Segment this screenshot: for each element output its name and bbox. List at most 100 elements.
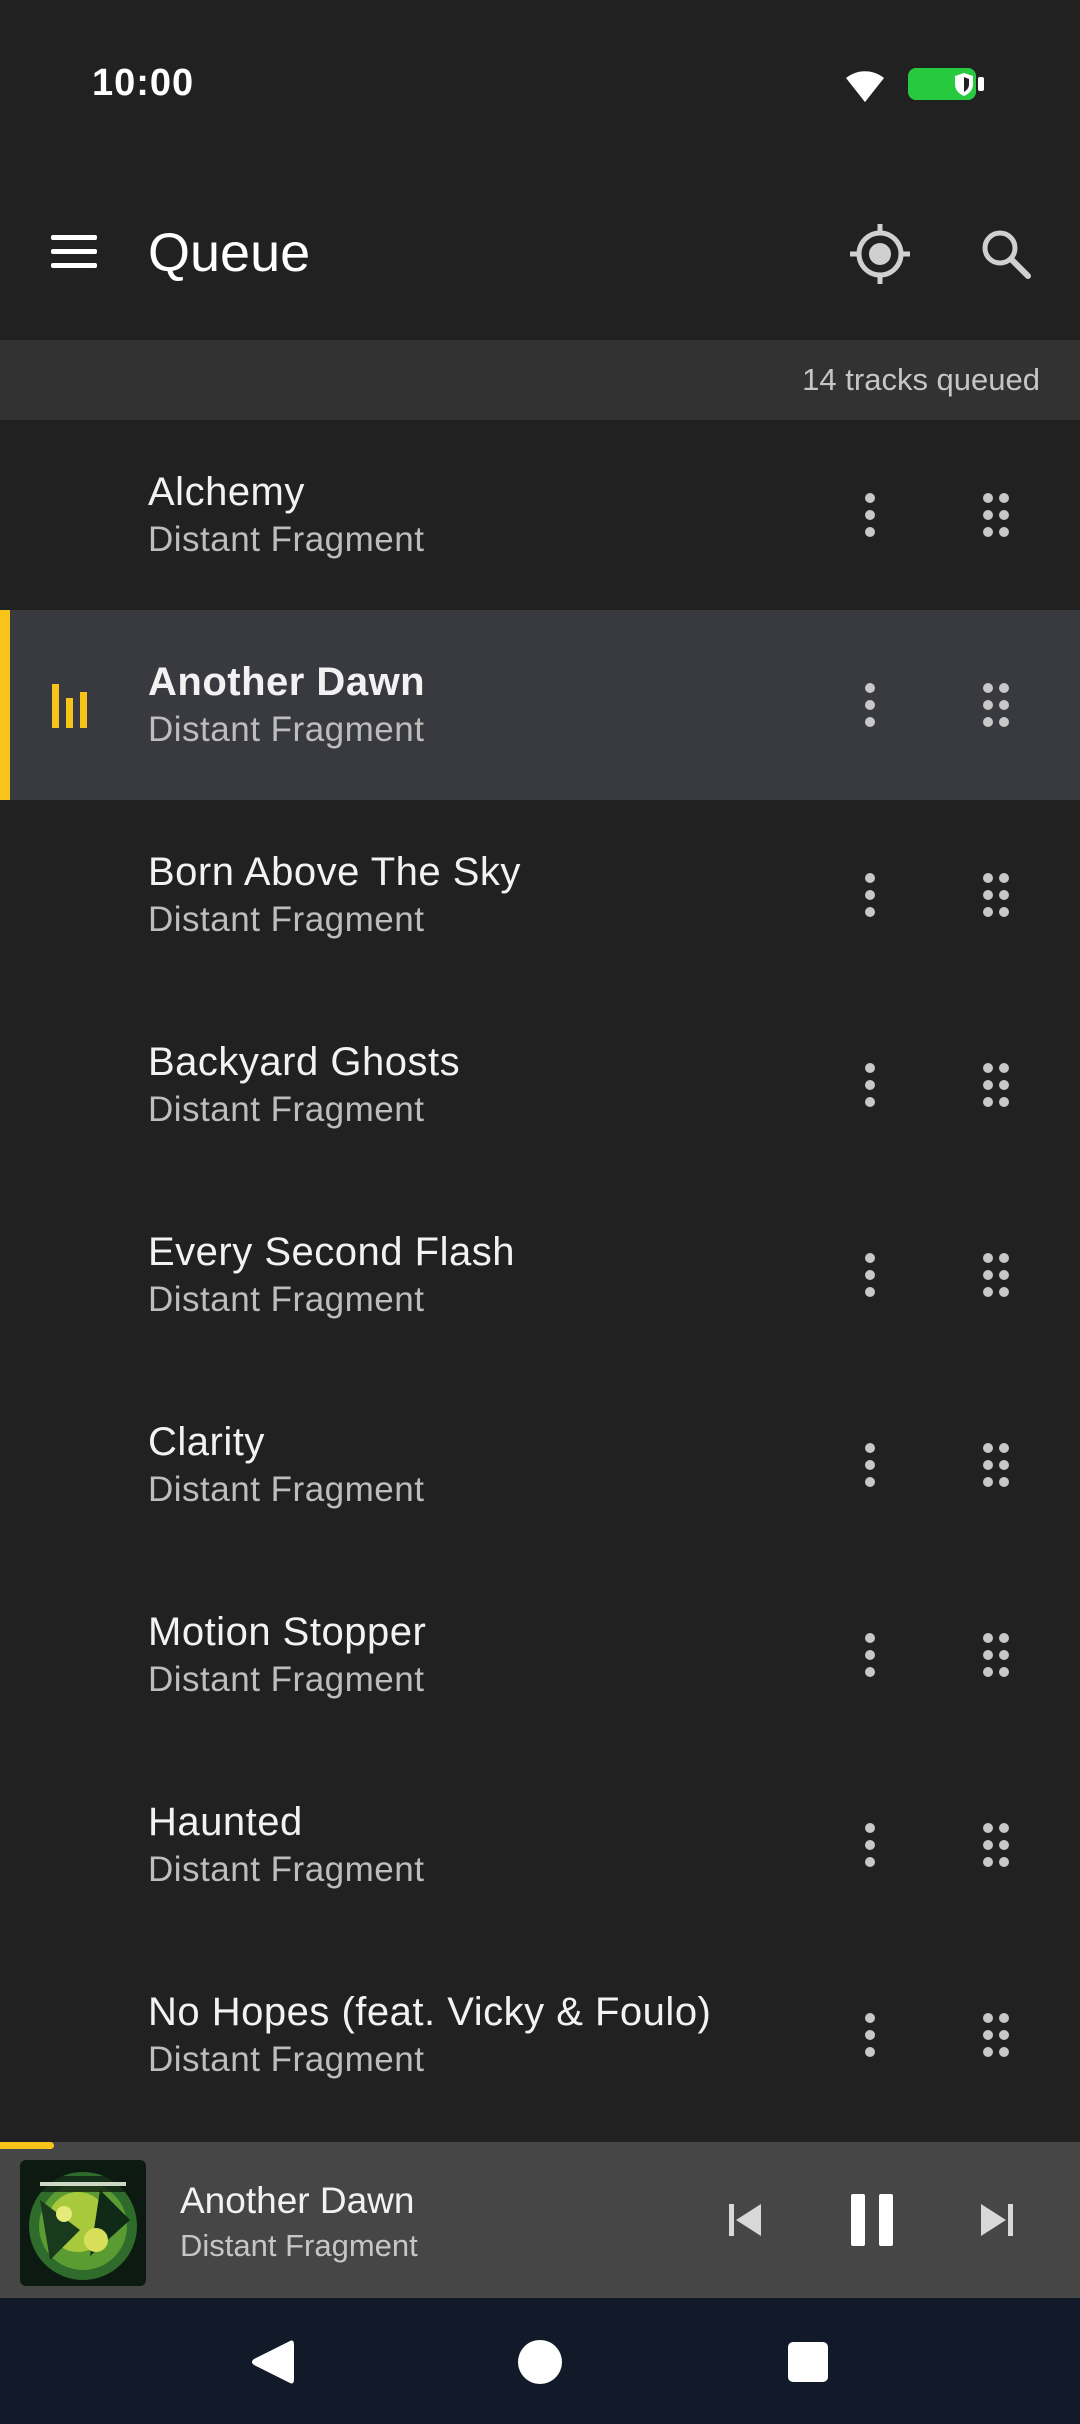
drag-handle-icon [983, 683, 1009, 727]
more-vert-icon [865, 1063, 875, 1107]
track-drag-handle[interactable] [966, 670, 1026, 740]
drag-handle-icon [983, 1253, 1009, 1297]
more-vert-icon [865, 873, 875, 917]
track-drag-handle[interactable] [966, 860, 1026, 930]
track-drag-handle[interactable] [966, 1810, 1026, 1880]
battery-icon [906, 64, 992, 109]
more-vert-icon [865, 2013, 875, 2057]
drag-handle-icon [983, 1443, 1009, 1487]
queue-track-list[interactable]: Alchemy Distant Fragment Another Dawn Di… [0, 420, 1080, 2142]
track-artist: Distant Fragment [148, 2040, 425, 2079]
queue-count-label: 14 tracks queued [802, 362, 1040, 397]
track-artist: Distant Fragment [148, 1470, 425, 1509]
mini-player-artist: Distant Fragment [180, 2228, 418, 2263]
track-drag-handle[interactable] [966, 1050, 1026, 1120]
drag-handle-icon [983, 2013, 1009, 2057]
drag-handle-icon [983, 493, 1009, 537]
track-title: No Hopes (feat. Vicky & Foulo) [148, 1990, 712, 2034]
nav-recents-button[interactable] [776, 2330, 840, 2394]
next-track-button[interactable] [962, 2182, 1032, 2258]
track-title: Another Dawn [148, 660, 426, 704]
track-title: Clarity [148, 1420, 265, 1464]
track-row[interactable]: Alchemy Distant Fragment [0, 420, 1080, 610]
album-art-image [20, 2160, 146, 2286]
track-artist: Distant Fragment [148, 1280, 425, 1319]
track-drag-handle[interactable] [966, 2000, 1026, 2070]
status-bar: 10:00 [0, 0, 1080, 170]
track-title: Backyard Ghosts [148, 1040, 461, 1084]
more-vert-icon [865, 1823, 875, 1867]
status-icons [842, 64, 992, 109]
album-art[interactable] [20, 2160, 146, 2286]
mini-player-title: Another Dawn [180, 2180, 415, 2221]
track-row[interactable]: No Hopes (feat. Vicky & Foulo) Distant F… [0, 1940, 1080, 2130]
previous-track-button[interactable] [710, 2182, 780, 2258]
more-vert-icon [865, 683, 875, 727]
now-playing-indicator-bar [0, 610, 10, 800]
drag-handle-icon [983, 1823, 1009, 1867]
equalizer-icon [52, 684, 87, 728]
track-artist: Distant Fragment [148, 710, 425, 749]
track-title: Born Above The Sky [148, 850, 521, 894]
track-row-now-playing[interactable]: Another Dawn Distant Fragment [0, 610, 1080, 800]
track-more-options-button[interactable] [842, 670, 898, 740]
mini-player[interactable]: Another Dawn Distant Fragment [0, 2142, 1080, 2298]
page-title: Queue [148, 223, 311, 283]
track-more-options-button[interactable] [842, 1050, 898, 1120]
track-row[interactable]: Motion Stopper Distant Fragment [0, 1560, 1080, 1750]
track-drag-handle[interactable] [966, 480, 1026, 550]
track-drag-handle[interactable] [966, 1430, 1026, 1500]
search-icon [982, 230, 1031, 279]
pause-icon [851, 2194, 893, 2246]
drag-handle-icon [983, 873, 1009, 917]
track-more-options-button[interactable] [842, 1620, 898, 1690]
skip-next-icon [981, 2204, 1013, 2236]
track-drag-handle[interactable] [966, 1240, 1026, 1310]
track-row[interactable]: Backyard Ghosts Distant Fragment [0, 990, 1080, 1180]
nav-home-button[interactable] [508, 2330, 572, 2394]
track-row[interactable]: Clarity Distant Fragment [0, 1370, 1080, 1560]
pause-button[interactable] [834, 2178, 910, 2262]
track-artist: Distant Fragment [148, 900, 425, 939]
search-button[interactable] [966, 214, 1046, 294]
playback-progress-bar [0, 2142, 54, 2149]
queue-count-bar: 14 tracks queued [0, 340, 1080, 420]
track-title: Alchemy [148, 470, 305, 514]
track-title: Every Second Flash [148, 1230, 515, 1274]
back-triangle-icon [252, 2340, 294, 2384]
track-title: Motion Stopper [148, 1610, 427, 1654]
track-more-options-button[interactable] [842, 1810, 898, 1880]
track-row[interactable]: Born Above The Sky Distant Fragment [0, 800, 1080, 990]
nav-back-button[interactable] [240, 2330, 304, 2394]
menu-button[interactable] [36, 214, 112, 290]
track-row[interactable]: Haunted Distant Fragment [0, 1750, 1080, 1940]
track-title: Haunted [148, 1800, 303, 1844]
skip-previous-icon [729, 2204, 761, 2236]
track-drag-handle[interactable] [966, 1620, 1026, 1690]
track-more-options-button[interactable] [842, 860, 898, 930]
track-artist: Distant Fragment [148, 520, 425, 559]
track-artist: Distant Fragment [148, 1850, 425, 1889]
status-time: 10:00 [92, 62, 195, 104]
drag-handle-icon [983, 1633, 1009, 1677]
track-more-options-button[interactable] [842, 1430, 898, 1500]
menu-icon [51, 235, 97, 268]
wifi-icon [842, 64, 888, 109]
track-artist: Distant Fragment [148, 1090, 425, 1129]
recents-square-icon [788, 2342, 828, 2382]
more-vert-icon [865, 493, 875, 537]
app-bar: Queue [0, 170, 1080, 340]
track-row[interactable]: Every Second Flash Distant Fragment [0, 1180, 1080, 1370]
track-more-options-button[interactable] [842, 1240, 898, 1310]
home-circle-icon [518, 2340, 562, 2384]
track-more-options-button[interactable] [842, 480, 898, 550]
more-vert-icon [865, 1443, 875, 1487]
system-navigation-bar [0, 2298, 1080, 2424]
locate-current-track-button[interactable] [840, 214, 920, 294]
crosshair-icon [850, 224, 910, 284]
track-more-options-button[interactable] [842, 2000, 898, 2070]
more-vert-icon [865, 1633, 875, 1677]
more-vert-icon [865, 1253, 875, 1297]
track-artist: Distant Fragment [148, 1660, 425, 1699]
drag-handle-icon [983, 1063, 1009, 1107]
